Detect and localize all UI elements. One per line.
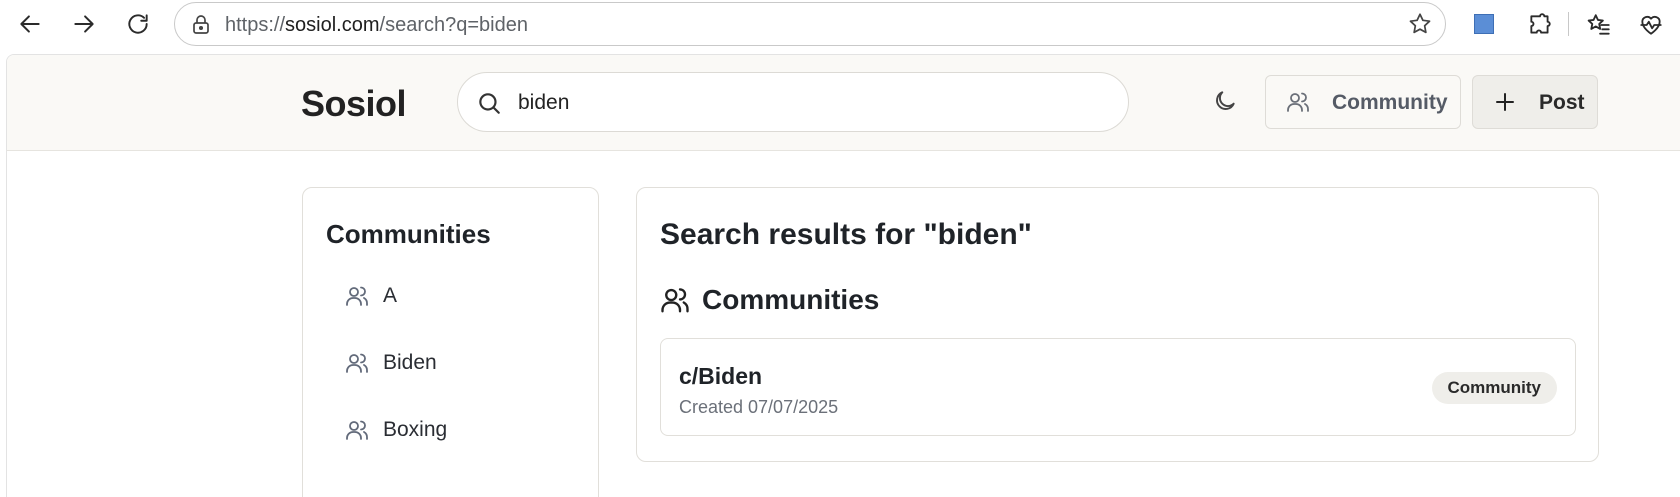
- users-icon: [345, 284, 369, 308]
- search-icon: [476, 90, 502, 116]
- result-created-date: Created 07/07/2025: [679, 397, 839, 417]
- sidebar-item-label: Boxing: [383, 418, 448, 441]
- page-viewport: Sosiol Community Post Communities: [6, 54, 1680, 497]
- sidebar-item-label: Biden: [383, 351, 437, 374]
- users-icon: [660, 285, 690, 315]
- site-header: Sosiol Community Post: [7, 55, 1680, 151]
- post-button[interactable]: Post: [1472, 75, 1598, 129]
- community-button[interactable]: Community: [1265, 75, 1461, 129]
- community-result-item[interactable]: c/Biden Created 07/07/2025 Community: [660, 338, 1576, 436]
- users-icon: [1286, 90, 1310, 114]
- search-box[interactable]: [457, 72, 1129, 132]
- sidebar-title: Communities: [326, 219, 491, 249]
- section-title: Communities: [702, 284, 880, 315]
- heart-pulse-icon[interactable]: [1634, 8, 1668, 42]
- sidebar-item-biden[interactable]: Biden: [325, 341, 575, 385]
- forward-button[interactable]: [66, 6, 102, 42]
- arrow-right-icon: [74, 15, 94, 33]
- results-title: Search results for "biden": [660, 218, 1032, 251]
- back-button[interactable]: [12, 6, 48, 42]
- result-type-badge: Community: [1431, 372, 1557, 404]
- plus-icon: [1493, 90, 1517, 114]
- browser-toolbar: https://sosiol.com/search?q=biden: [0, 0, 1680, 50]
- community-button-label: Community: [1332, 91, 1448, 114]
- toolbar-divider: [1568, 12, 1569, 36]
- users-icon: [345, 351, 369, 375]
- address-bar[interactable]: https://sosiol.com/search?q=biden: [174, 2, 1446, 46]
- lock-icon: [189, 13, 213, 37]
- arrow-left-icon: [20, 15, 40, 33]
- sidebar-item-a[interactable]: A: [325, 274, 575, 318]
- sidebar-item-boxing[interactable]: Boxing: [325, 408, 575, 452]
- puzzle-icon[interactable]: [1523, 8, 1557, 42]
- reload-button[interactable]: [120, 6, 156, 42]
- moon-icon[interactable]: [1212, 88, 1240, 116]
- communities-sidebar: Communities A Biden Boxing: [302, 187, 599, 497]
- url-text: https://sosiol.com/search?q=biden: [225, 14, 528, 36]
- extension-icon[interactable]: [1474, 14, 1494, 34]
- star-icon[interactable]: [1407, 11, 1435, 39]
- search-results-card: Search results for "biden" Communities c…: [636, 187, 1599, 462]
- reload-icon: [128, 14, 148, 34]
- site-logo[interactable]: Sosiol: [301, 83, 407, 125]
- favorites-list-icon[interactable]: [1582, 8, 1616, 42]
- post-button-label: Post: [1539, 91, 1585, 114]
- users-icon: [345, 418, 369, 442]
- sidebar-item-label: A: [383, 284, 398, 307]
- result-name[interactable]: c/Biden: [679, 363, 762, 390]
- search-input[interactable]: [518, 87, 1098, 119]
